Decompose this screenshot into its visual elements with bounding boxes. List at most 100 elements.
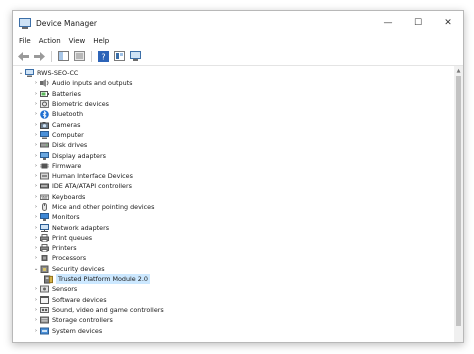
tree-node-trusted-platform-module-2-0[interactable]: Trusted Platform Module 2.0 xyxy=(13,274,454,285)
chevron-down-icon[interactable]: ⌄ xyxy=(32,265,40,273)
tree-node-audio-inputs-and-outputs[interactable]: › Audio inputs and outputs xyxy=(13,78,454,88)
tree-node-security-devices[interactable]: ⌄ Security devices xyxy=(13,264,454,274)
close-button[interactable]: ✕ xyxy=(433,11,463,35)
printer-icon xyxy=(40,244,49,253)
tree-root-label: RWS-SEO-CC xyxy=(37,69,79,78)
cpu-icon xyxy=(40,254,49,262)
tree-node-batteries[interactable]: › Batteries xyxy=(13,89,454,99)
chevron-right-icon[interactable]: › xyxy=(32,296,40,304)
sound-icon xyxy=(40,306,49,314)
chevron-right-icon[interactable]: › xyxy=(32,182,40,190)
tree-node-sound-video-and-game-controllers[interactable]: › Sound, video and game controllers xyxy=(13,305,454,315)
tree-node-label: Biometric devices xyxy=(52,100,110,109)
chevron-right-icon[interactable]: › xyxy=(32,100,40,108)
device-tree-pane[interactable]: ⌄ RWS-SEO-CC › Audio inputs and outputs › B… xyxy=(13,66,454,342)
tree-node-label: Sensors xyxy=(52,285,78,294)
tree-node-biometric-devices[interactable]: › Biometric devices xyxy=(13,99,454,109)
menu-file[interactable]: File xyxy=(16,37,36,45)
tree-node-disk-drives[interactable]: › Disk drives xyxy=(13,140,454,150)
back-arrow-icon[interactable] xyxy=(17,50,30,63)
tree-node-sensors[interactable]: › Sensors xyxy=(13,284,454,294)
tree-node-cameras[interactable]: › Cameras xyxy=(13,119,454,129)
camera-icon xyxy=(40,121,49,129)
tree-node-ide-ata-atapi-controllers[interactable]: › IDE ATA/ATAPI controllers xyxy=(13,181,454,191)
tree-node-bluetooth[interactable]: › Bluetooth xyxy=(13,109,454,119)
forward-arrow-icon[interactable] xyxy=(33,50,46,63)
bluetooth-icon xyxy=(40,110,49,119)
tree-node-keyboards[interactable]: › Keyboards xyxy=(13,192,454,202)
chevron-right-icon[interactable]: › xyxy=(32,79,40,87)
chevron-right-icon[interactable]: › xyxy=(32,316,40,324)
tree-node-label: Disk drives xyxy=(52,141,88,150)
tree-node-mice-and-other-pointing-devices[interactable]: › Mice and other pointing devices xyxy=(13,202,454,212)
chevron-right-icon[interactable]: › xyxy=(32,141,40,149)
tree-node-label: System devices xyxy=(52,326,103,335)
chevron-right-icon[interactable]: › xyxy=(32,203,40,211)
chevron-right-icon[interactable]: › xyxy=(32,90,40,98)
menu-view[interactable]: View xyxy=(66,37,91,45)
tree-root-node[interactable]: ⌄ RWS-SEO-CC xyxy=(13,68,454,78)
tree-node-display-adapters[interactable]: › Display adapters xyxy=(13,150,454,160)
chevron-right-icon[interactable]: › xyxy=(32,121,40,129)
tree-node-storage-controllers[interactable]: › Storage controllers xyxy=(13,315,454,325)
properties-icon[interactable] xyxy=(73,50,86,63)
tree-node-label: Software devices xyxy=(52,295,107,304)
tree-node-monitors[interactable]: › Monitors xyxy=(13,212,454,222)
chevron-right-icon[interactable]: › xyxy=(32,110,40,118)
device-manager-window: Device Manager — ☐ ✕ File Action View He… xyxy=(12,10,464,343)
scroll-up-arrow-icon[interactable]: ▲ xyxy=(454,66,463,75)
chevron-right-icon[interactable]: › xyxy=(32,306,40,314)
software-icon xyxy=(40,295,49,304)
security-icon xyxy=(40,265,49,273)
tree-node-printers[interactable]: › Printers xyxy=(13,243,454,253)
tree-node-label: Cameras xyxy=(52,120,81,129)
show-hide-console-tree-icon[interactable] xyxy=(57,50,70,63)
scrollbar-thumb[interactable] xyxy=(456,76,461,326)
fingerprint-icon xyxy=(40,100,49,109)
storage-icon xyxy=(40,316,49,324)
chevron-right-icon[interactable]: › xyxy=(32,152,40,160)
tree-node-software-devices[interactable]: › Software devices xyxy=(13,295,454,305)
chevron-right-icon[interactable]: › xyxy=(32,244,40,252)
network-icon xyxy=(40,223,49,232)
chevron-right-icon[interactable]: › xyxy=(32,193,40,201)
chevron-right-icon[interactable]: › xyxy=(32,172,40,180)
tree-node-processors[interactable]: › Processors xyxy=(13,253,454,263)
disk-icon xyxy=(40,141,49,149)
help-icon[interactable]: ? xyxy=(97,50,110,63)
maximize-button[interactable]: ☐ xyxy=(403,11,433,35)
tree-node-firmware[interactable]: › Firmware xyxy=(13,161,454,171)
vertical-scrollbar[interactable]: ▲ xyxy=(454,66,463,342)
tree-node-label: Human Interface Devices xyxy=(52,172,133,181)
toolbar-separator xyxy=(91,50,92,62)
tree-node-label: Keyboards xyxy=(52,192,86,201)
system-icon xyxy=(40,327,49,335)
chevron-right-icon[interactable]: › xyxy=(32,131,40,139)
title-bar[interactable]: Device Manager — ☐ ✕ xyxy=(13,11,463,35)
tree-node-system-devices[interactable]: › System devices xyxy=(13,325,454,335)
tree-node-label: Computer xyxy=(52,130,84,139)
chevron-right-icon[interactable]: › xyxy=(32,327,40,335)
toolbar: ? xyxy=(13,47,463,66)
menu-action[interactable]: Action xyxy=(36,37,66,45)
update-driver-icon[interactable] xyxy=(113,50,126,63)
chevron-right-icon[interactable]: › xyxy=(32,162,40,170)
tree-node-network-adapters[interactable]: › Network adapters xyxy=(13,222,454,232)
tree-node-label: Bluetooth xyxy=(52,110,84,119)
scan-hardware-icon[interactable] xyxy=(129,50,142,63)
tree-node-human-interface-devices[interactable]: › Human Interface Devices xyxy=(13,171,454,181)
chevron-right-icon[interactable]: › xyxy=(32,213,40,221)
tree-node-computer[interactable]: › Computer xyxy=(13,130,454,140)
chevron-right-icon[interactable]: › xyxy=(32,285,40,293)
chevron-down-icon[interactable]: ⌄ xyxy=(17,69,25,77)
chevron-right-icon[interactable]: › xyxy=(32,254,40,262)
tree-node-print-queues[interactable]: › Print queues xyxy=(13,233,454,243)
tree-node-label: Processors xyxy=(52,254,87,263)
controller-icon xyxy=(40,182,49,190)
menu-help[interactable]: Help xyxy=(90,37,114,45)
device-manager-icon xyxy=(19,17,31,29)
chevron-right-icon[interactable]: › xyxy=(32,234,40,242)
tree-node-label: Audio inputs and outputs xyxy=(52,79,133,88)
chevron-right-icon[interactable]: › xyxy=(32,224,40,232)
minimize-button[interactable]: — xyxy=(373,11,403,35)
